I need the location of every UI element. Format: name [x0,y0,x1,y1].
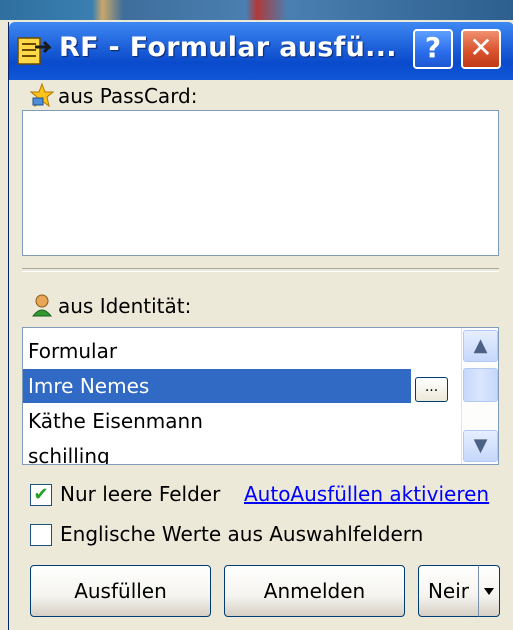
only-empty-fields-label: Nur leere Felder [60,482,221,506]
scroll-thumb[interactable] [463,368,498,402]
list-item[interactable]: Käthe Eisenmann [23,404,463,438]
new-button[interactable]: Neir [418,565,479,617]
app-icon [17,37,51,65]
desktop-background [0,0,513,20]
ellipsis-button[interactable]: ... [415,377,448,402]
help-button[interactable]: ? [413,29,453,69]
star-icon [30,83,54,107]
scroll-up-icon[interactable]: ▲ [463,330,498,362]
scroll-down-icon[interactable]: ▼ [463,430,498,462]
identity-list[interactable]: Formular Imre Nemes ... Käthe Eisenmann … [22,327,499,465]
identity-label: aus Identität: [58,294,192,318]
list-item[interactable]: schilling [23,439,463,464]
fill-button[interactable]: Ausfüllen [30,565,211,617]
person-icon [31,294,53,317]
passcard-label: aus PassCard: [58,84,198,108]
list-scrollbar[interactable]: ▲ ▼ [461,328,498,464]
login-button[interactable]: Anmelden [224,565,405,617]
autofill-link[interactable]: AutoAusfüllen aktivieren [244,482,489,506]
list-item[interactable]: Formular [23,334,463,368]
english-values-checkbox[interactable] [30,524,52,546]
list-item-selected[interactable]: Imre Nemes [23,369,411,403]
new-dropdown-arrow-icon[interactable] [478,565,500,617]
only-empty-fields-checkbox[interactable]: ✔ [30,484,52,506]
section-divider [22,268,499,272]
passcard-list[interactable] [22,110,499,256]
close-button[interactable]: ✕ [461,29,501,69]
english-values-label: Englische Werte aus Auswahlfeldern [60,522,424,546]
window-title: RF - Formular ausfü... [59,32,397,63]
title-bar[interactable]: RF - Formular ausfü... ? ✕ [9,22,513,80]
